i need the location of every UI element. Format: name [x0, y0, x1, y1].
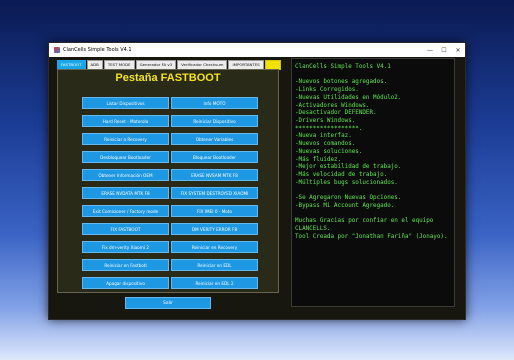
reboot-edl-button[interactable]: Reiniciar en EDL: [171, 259, 258, 271]
list-devices-button[interactable]: Listar Dispositivos: [82, 97, 169, 109]
changelog-text: ClanCells Simple Tools V4.1 -Nuevos boto…: [295, 64, 448, 240]
dm-verity-error-button[interactable]: DM VERITY ERROR F8: [171, 223, 258, 235]
maximize-icon[interactable]: ☐: [437, 43, 451, 57]
reboot-device-button[interactable]: Reiniciar Dispositivo: [171, 115, 258, 127]
oem-info-button[interactable]: Obtener Información OEM: [82, 169, 169, 181]
reboot-edl-2-button[interactable]: Reiniciar en EDL 2: [171, 277, 258, 289]
panel-title: Pestaña FASTBOOT: [115, 72, 221, 84]
lock-bootloader-button[interactable]: Bloquear Bootloader: [171, 151, 258, 163]
tab-bar: FASTBOOT ADB TEST MODE Generador FA v3 V…: [57, 60, 282, 70]
hard-reset-motorola-button[interactable]: Hard Reset - Motorola: [82, 115, 169, 127]
info-moto-button[interactable]: Info MOTO: [171, 97, 258, 109]
app-window: ClanCells Simple Tools V4.1 — ☐ ✕ FASTBO…: [48, 42, 466, 320]
erase-nvdata-button[interactable]: ERASE NVDATA MTK F8: [82, 187, 169, 199]
title-bar: ClanCells Simple Tools V4.1 — ☐ ✕: [49, 43, 465, 57]
fix-dm-verity-button[interactable]: Fix dm-verity Xiaomi 2: [82, 241, 169, 253]
fix-system-destroyed-button[interactable]: FIX SYSTEM DESTROYED XIAOMI: [171, 187, 258, 199]
minimize-icon[interactable]: —: [423, 43, 437, 57]
window-title: ClanCells Simple Tools V4.1: [63, 47, 132, 53]
erase-nvsam-button[interactable]: ERASE NVSAM MTK F8: [171, 169, 258, 181]
fix-fastboot-button[interactable]: FIX FASTBOOT: [82, 223, 169, 235]
reboot-fastboot-button[interactable]: Reiniciar en Fastbotl: [82, 259, 169, 271]
unlock-bootloader-button[interactable]: Desbloquear Bootloader: [82, 151, 169, 163]
changelog-textbox[interactable]: ClanCells Simple Tools V4.1 -Nuevos boto…: [291, 58, 455, 307]
app-logo-icon: [54, 47, 60, 53]
exit-comisioner-button[interactable]: Exit Comisioner / Factory mode: [82, 205, 169, 217]
fastboot-panel: Pestaña FASTBOOT Listar Dispositivos Har…: [57, 69, 279, 293]
reboot-recovery-2-button[interactable]: Reiniciar en Recovery: [171, 241, 258, 253]
close-icon[interactable]: ✕: [451, 43, 465, 57]
reboot-recovery-button[interactable]: Reiniciar a Recovery: [82, 133, 169, 145]
exit-button[interactable]: Salir: [125, 297, 211, 309]
power-off-button[interactable]: Apagar dispositivo: [82, 277, 169, 289]
get-variables-button[interactable]: Obtener Variables: [171, 133, 258, 145]
fix-imei-button[interactable]: FIX IMEI 0 - Moto: [171, 205, 258, 217]
